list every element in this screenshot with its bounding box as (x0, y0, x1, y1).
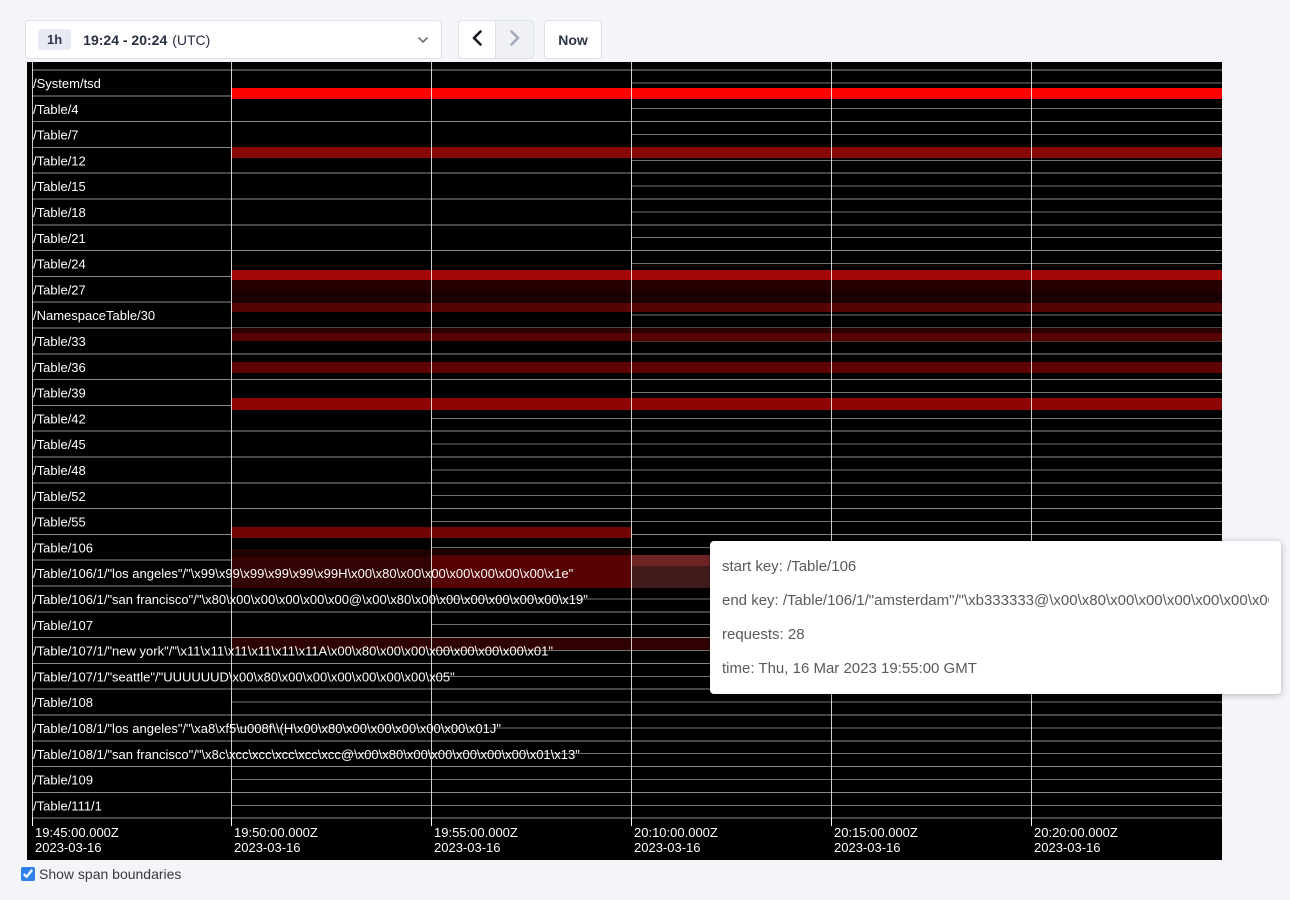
row-label: /Table/36 (33, 360, 86, 375)
row-label: /Table/109 (33, 773, 93, 788)
time-nav-group (458, 20, 534, 59)
row-label: /Table/12 (33, 153, 86, 168)
tooltip-start-key: start key: /Table/106 (722, 550, 1269, 584)
key-visualizer-page: 1h 19:24 - 20:24 (UTC) Now /System/tsd/T… (0, 0, 1290, 900)
row-label: /Table/18 (33, 205, 86, 220)
x-axis-tick-date: 2023-03-16 (834, 840, 901, 855)
show-span-boundaries-checkbox[interactable] (21, 867, 35, 881)
row-label: /Table/27 (33, 282, 86, 297)
row-label: /NamespaceTable/30 (33, 308, 155, 323)
heatmap-tooltip: start key: /Table/106 end key: /Table/10… (710, 541, 1281, 694)
row-label: /Table/42 (33, 411, 86, 426)
keyvis-heatmap-svg: /System/tsd/Table/4/Table/7/Table/12/Tab… (27, 62, 1222, 860)
x-axis-tick-time: 19:55:00.000Z (434, 825, 518, 840)
heat-band (231, 362, 1222, 373)
row-label: /Table/52 (33, 489, 86, 504)
time-range-picker[interactable]: 1h 19:24 - 20:24 (UTC) (25, 20, 442, 59)
next-time-button[interactable] (496, 20, 534, 59)
x-axis-tick-date: 2023-03-16 (1034, 840, 1101, 855)
heat-band (231, 398, 1222, 410)
x-axis-tick-time: 20:20:00.000Z (1034, 825, 1118, 840)
x-axis-tick-date: 2023-03-16 (35, 840, 102, 855)
heat-band (231, 303, 1222, 312)
row-label: /Table/106/1/"los angeles"/"\x99\x99\x99… (33, 566, 574, 581)
timezone-text: (UTC) (172, 32, 210, 48)
heat-band (231, 147, 1222, 158)
row-label: /Table/108/1/"los angeles"/"\xa8\xf5\u00… (33, 721, 501, 736)
row-label: /Table/4 (33, 102, 79, 117)
x-axis-tick-date: 2023-03-16 (434, 840, 501, 855)
row-label: /Table/48 (33, 463, 86, 478)
row-label: /System/tsd (33, 76, 101, 91)
heat-band (231, 280, 1222, 292)
row-label: /Table/108/1/"san francisco"/"\x8c\xcc\x… (33, 747, 580, 762)
row-label: /Table/7 (33, 128, 79, 143)
tooltip-end-key: end key: /Table/106/1/"amsterdam"/"\xb33… (722, 584, 1269, 618)
row-label: /Table/108 (33, 695, 93, 710)
tooltip-requests: requests: 28 (722, 618, 1269, 652)
row-label: /Table/111/1 (33, 798, 102, 813)
x-axis-tick-time: 19:50:00.000Z (234, 825, 318, 840)
heat-band (231, 88, 1222, 99)
time-range-preset-badge: 1h (38, 29, 71, 50)
heat-band (231, 292, 1222, 303)
row-label: /Table/107/1/"seattle"/"UUUUUUD\x00\x80\… (33, 669, 455, 684)
row-label: /Table/107 (33, 618, 93, 633)
row-label: /Table/106/1/"san francisco"/"\x80\x00\x… (33, 592, 588, 607)
row-label: /Table/24 (33, 257, 86, 272)
row-label: /Table/107/1/"new york"/"\x11\x11\x11\x1… (33, 644, 553, 659)
heat-band (231, 328, 1222, 333)
chevron-left-icon (471, 30, 483, 49)
x-axis-tick-time: 20:10:00.000Z (634, 825, 718, 840)
chevron-right-icon (509, 30, 521, 49)
tooltip-time: time: Thu, 16 Mar 2023 19:55:00 GMT (722, 652, 1269, 686)
row-label: /Table/55 (33, 515, 86, 530)
row-label: /Table/45 (33, 437, 86, 452)
row-label: /Table/106 (33, 540, 93, 555)
row-label: /Table/33 (33, 334, 86, 349)
x-axis-tick-time: 19:45:00.000Z (35, 825, 119, 840)
footer-controls: Show span boundaries (21, 866, 181, 882)
key-visualizer-canvas[interactable]: /System/tsd/Table/4/Table/7/Table/12/Tab… (27, 62, 1222, 860)
now-button[interactable]: Now (544, 20, 602, 59)
prev-time-button[interactable] (458, 20, 496, 59)
show-span-boundaries-label[interactable]: Show span boundaries (39, 866, 181, 882)
row-label: /Table/21 (33, 231, 86, 246)
row-label: /Table/15 (33, 179, 86, 194)
x-axis-tick-date: 2023-03-16 (234, 840, 301, 855)
heat-band (231, 333, 1222, 341)
row-label: /Table/39 (33, 386, 86, 401)
x-axis-tick-date: 2023-03-16 (634, 840, 701, 855)
chevron-down-icon (417, 31, 429, 49)
x-axis-tick-time: 20:15:00.000Z (834, 825, 918, 840)
heat-band (231, 270, 1222, 280)
time-range-text: 19:24 - 20:24 (83, 32, 167, 48)
